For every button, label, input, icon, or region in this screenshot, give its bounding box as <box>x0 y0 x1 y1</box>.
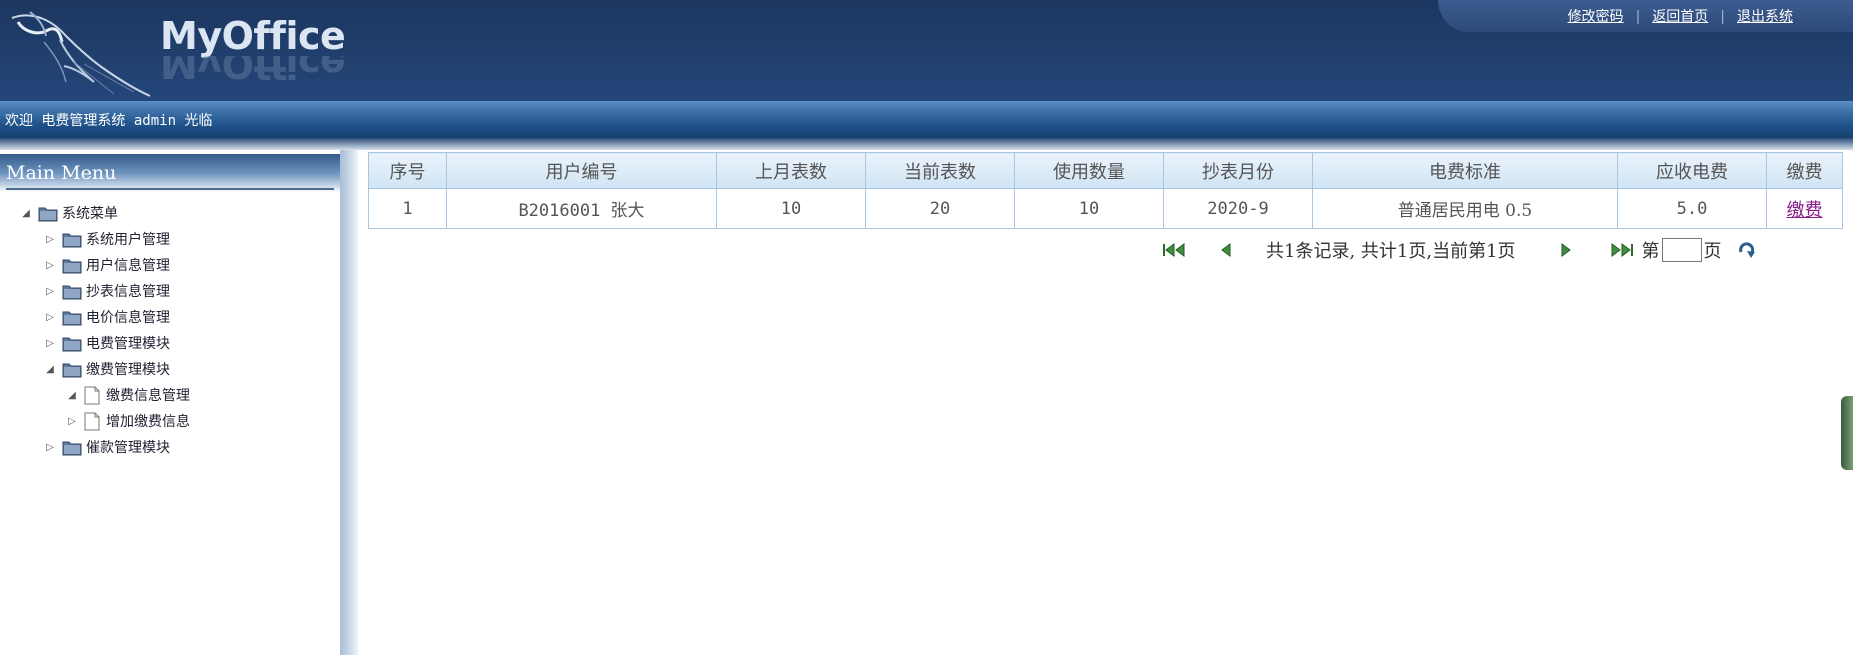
app-logo-reflection: MyOffice <box>160 56 346 86</box>
cell-user-id: B2016001 张大 <box>446 188 717 229</box>
folder-icon <box>62 259 82 273</box>
col-header-usage: 使用数量 <box>1014 152 1164 189</box>
document-icon <box>84 386 100 404</box>
pagination-summary: 共1条记录, 共计1页,当前第1页 <box>1266 241 1516 262</box>
tree-item-label: 电费管理模块 <box>86 336 170 352</box>
expand-arrow-icon[interactable]: ▷ <box>44 442 56 453</box>
sidebar-header: Main Menu <box>0 154 346 192</box>
tree-item-label: 抄表信息管理 <box>86 284 170 300</box>
tree-item-system-users[interactable]: ▷ 系统用户管理 <box>44 228 170 250</box>
header-divider <box>0 138 1853 150</box>
page-prefix-label: 第 <box>1641 241 1660 262</box>
col-header-month: 抄表月份 <box>1163 152 1313 189</box>
col-header-rate: 电费标准 <box>1312 152 1618 189</box>
sidebar: Main Menu ◢ 系统菜单 ▷ 系统用户管理 ▷ 用户信息管理 ▷ 抄表信… <box>0 150 348 655</box>
col-header-amount-due: 应收电费 <box>1617 152 1767 189</box>
folder-icon <box>62 285 82 299</box>
col-header-pay: 缴费 <box>1766 152 1843 189</box>
document-icon <box>84 412 100 430</box>
next-page-icon[interactable] <box>1556 240 1576 260</box>
tree-item-meter-reading[interactable]: ▷ 抄表信息管理 <box>44 280 170 302</box>
sidebar-title: Main Menu <box>6 162 117 184</box>
cell-last-reading: 10 <box>716 188 866 229</box>
cell-usage: 10 <box>1014 188 1164 229</box>
cell-index: 1 <box>368 188 447 229</box>
top-links: 修改密码 | 返回首页 | 退出系统 <box>1568 6 1793 26</box>
col-header-user-id: 用户编号 <box>446 152 717 189</box>
folder-icon <box>62 337 82 351</box>
top-links-bar: 修改密码 | 返回首页 | 退出系统 <box>1438 0 1853 32</box>
table-header-row: 序号 用户编号 上月表数 当前表数 使用数量 抄表月份 电费标准 应收电费 缴费 <box>368 152 1843 189</box>
tree-item-payment-info[interactable]: ◢ 缴费信息管理 <box>66 384 190 406</box>
expand-arrow-icon[interactable]: ▷ <box>44 338 56 349</box>
expand-arrow-icon[interactable]: ▷ <box>44 260 56 271</box>
page-number-input[interactable] <box>1661 238 1702 262</box>
collapse-arrow-icon[interactable]: ◢ <box>20 208 32 219</box>
folder-icon <box>62 311 82 325</box>
collapse-arrow-icon[interactable]: ◢ <box>66 390 78 401</box>
folder-icon <box>38 207 58 221</box>
col-header-index: 序号 <box>368 152 447 189</box>
page-suffix-label: 页 <box>1703 241 1722 262</box>
cell-month: 2020-9 <box>1163 188 1313 229</box>
change-password-link[interactable]: 修改密码 <box>1568 9 1624 25</box>
folder-icon <box>62 233 82 247</box>
tree-item-label: 用户信息管理 <box>86 258 170 274</box>
welcome-bar: 欢迎 电费管理系统 admin 光临 <box>0 101 1853 138</box>
link-separator: | <box>1720 9 1725 25</box>
col-header-last-reading: 上月表数 <box>716 152 866 189</box>
payment-table: 序号 用户编号 上月表数 当前表数 使用数量 抄表月份 电费标准 应收电费 缴费… <box>368 152 1843 229</box>
cell-current-reading: 20 <box>865 188 1015 229</box>
tree-item-label: 电价信息管理 <box>86 310 170 326</box>
tree-item-fee-management[interactable]: ▷ 电费管理模块 <box>44 332 170 354</box>
tree-item-label: 催款管理模块 <box>86 440 170 456</box>
link-separator: | <box>1635 9 1641 25</box>
tree-item-collection-module[interactable]: ▷ 催款管理模块 <box>44 436 170 458</box>
first-page-icon[interactable] <box>1160 240 1190 260</box>
pay-link[interactable]: 缴费 <box>1787 200 1823 221</box>
pagination: 共1条记录, 共计1页,当前第1页 第 页 <box>1160 236 1758 264</box>
cell-pay: 缴费 <box>1766 188 1843 229</box>
tree-root[interactable]: ◢ 系统菜单 <box>20 202 118 224</box>
expand-arrow-icon[interactable]: ▷ <box>66 416 78 427</box>
table-row: 1 B2016001 张大 10 20 10 2020-9 普通居民用电 0.5… <box>368 188 1843 229</box>
expand-arrow-icon[interactable]: ▷ <box>44 234 56 245</box>
tree-item-label: 缴费信息管理 <box>106 388 190 404</box>
welcome-text: 欢迎 电费管理系统 admin 光临 <box>5 113 213 129</box>
tree-root-label: 系统菜单 <box>62 206 118 222</box>
expand-arrow-icon[interactable]: ▷ <box>44 312 56 323</box>
prev-page-icon[interactable] <box>1216 240 1236 260</box>
cell-rate: 普通居民用电 0.5 <box>1312 188 1618 229</box>
home-link[interactable]: 返回首页 <box>1652 9 1708 25</box>
sidebar-splitter[interactable] <box>340 150 358 655</box>
sidebar-divider <box>6 188 334 190</box>
cell-amount-due: 5.0 <box>1617 188 1767 229</box>
app-logo-text: MyOffice <box>160 14 346 58</box>
folder-icon <box>62 363 82 377</box>
tree-item-label: 系统用户管理 <box>86 232 170 248</box>
tree-item-price-info[interactable]: ▷ 电价信息管理 <box>44 306 170 328</box>
tree-item-label: 增加缴费信息 <box>106 414 190 430</box>
tree-item-user-info[interactable]: ▷ 用户信息管理 <box>44 254 170 276</box>
folder-icon <box>62 441 82 455</box>
tree-item-label: 缴费管理模块 <box>86 362 170 378</box>
app-header: MyOffice MyOffice 修改密码 | 返回首页 | 退出系统 <box>0 0 1853 101</box>
bird-logo-icon <box>11 11 151 97</box>
last-page-icon[interactable] <box>1606 240 1636 260</box>
expand-arrow-icon[interactable]: ▷ <box>44 286 56 297</box>
col-header-current-reading: 当前表数 <box>865 152 1015 189</box>
tree-item-payment-module[interactable]: ◢ 缴费管理模块 <box>44 358 170 380</box>
go-refresh-icon[interactable] <box>1736 240 1758 260</box>
side-panel-handle[interactable] <box>1841 396 1853 470</box>
logout-link[interactable]: 退出系统 <box>1737 9 1793 25</box>
tree-item-add-payment[interactable]: ▷ 增加缴费信息 <box>66 410 190 432</box>
collapse-arrow-icon[interactable]: ◢ <box>44 364 56 375</box>
